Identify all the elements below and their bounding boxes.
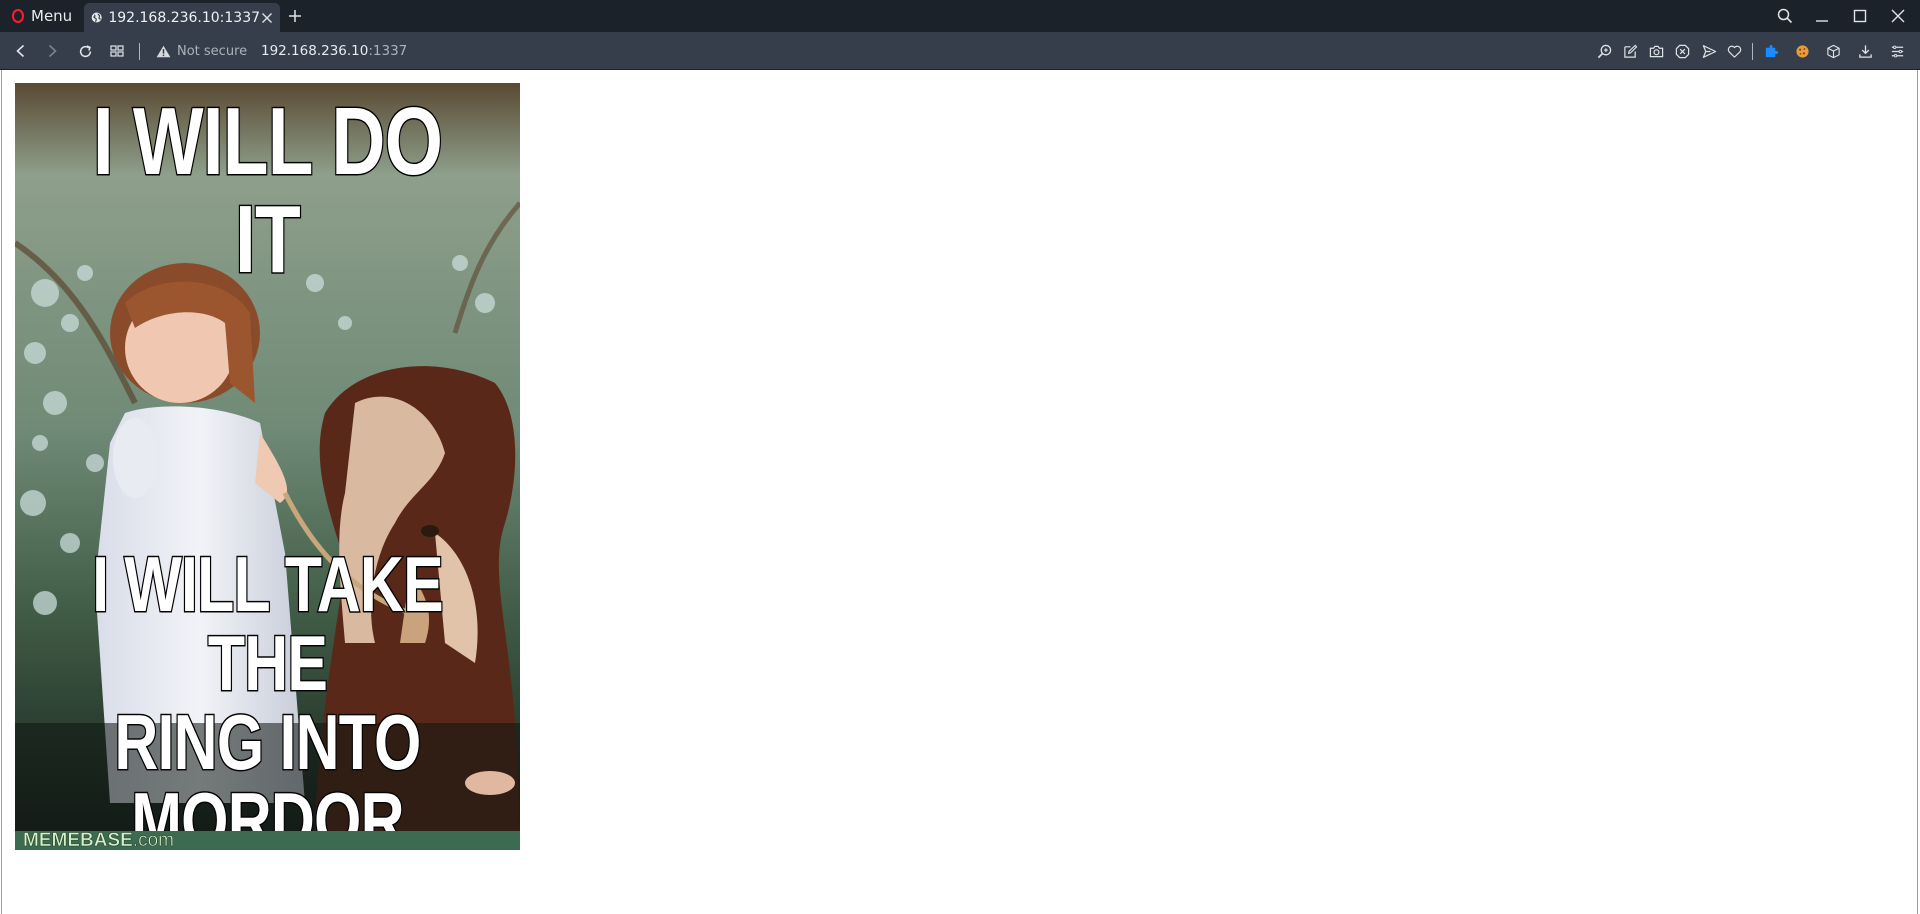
watermark-main: MEMEBASE — [23, 830, 133, 850]
tab-search-button[interactable] — [1775, 6, 1795, 26]
downloads-button[interactable] — [1855, 41, 1875, 61]
zoom-icon — [1597, 44, 1611, 58]
toolbar-divider — [139, 43, 140, 60]
meme-bottom-text: I WILL TAKE THE RING INTO MORDOR — [71, 540, 465, 850]
tab-close-icon[interactable] — [260, 10, 274, 26]
meme-image: I WILL DO IT I WILL TAKE THE RING INTO M… — [15, 83, 520, 850]
tab-active[interactable]: 192.168.236.10:1337 — [84, 3, 280, 32]
cookie-icon — [1795, 44, 1809, 58]
watermark-suffix: .com — [132, 830, 175, 850]
box-icon — [1826, 44, 1840, 58]
toolbar-divider-right — [1752, 43, 1753, 60]
extension-button[interactable] — [1761, 41, 1781, 61]
security-label: Not secure — [177, 43, 248, 59]
new-tab-button[interactable] — [285, 6, 305, 26]
opera-logo-icon — [12, 9, 24, 23]
send-button[interactable] — [1699, 41, 1719, 61]
adblock-button[interactable] — [1672, 41, 1692, 61]
browser-window: Menu 192.168.236.10:1337 Not secure 192.… — [0, 0, 1920, 914]
meme-watermark-bar: MEMEBASE.com — [15, 831, 520, 850]
menu-label: Menu — [31, 7, 73, 25]
tab-grid-button[interactable] — [107, 41, 127, 61]
zoom-button[interactable] — [1594, 41, 1614, 61]
search-icon — [1777, 8, 1793, 24]
maximize-button[interactable] — [1850, 6, 1870, 26]
minimize-icon — [1816, 20, 1828, 22]
plus-icon — [289, 10, 301, 22]
minimize-button[interactable] — [1812, 6, 1832, 26]
reload-button[interactable] — [75, 41, 95, 61]
forward-button[interactable] — [42, 41, 62, 61]
maximize-icon — [1853, 9, 1867, 23]
easy-setup-button[interactable] — [1887, 41, 1907, 61]
meme-bottom-line-2: RING INTO — [113, 697, 422, 786]
close-window-button[interactable] — [1888, 6, 1908, 26]
opera-menu-button[interactable]: Menu — [6, 0, 72, 32]
meme-bottom-line-1: I WILL TAKE THE — [91, 540, 445, 707]
url-port: :1337 — [368, 43, 408, 59]
chevron-right-icon — [48, 44, 57, 58]
favorite-button[interactable] — [1724, 41, 1744, 61]
meme-watermark: MEMEBASE.com — [23, 831, 174, 850]
block-icon — [1675, 44, 1689, 58]
close-icon — [1891, 9, 1905, 23]
meme-top-text: I WILL DO IT — [92, 88, 444, 293]
security-indicator[interactable]: Not secure — [156, 41, 247, 61]
menu-lines-icon — [1891, 45, 1903, 57]
warning-icon — [156, 45, 171, 57]
edit-button[interactable] — [1620, 41, 1640, 61]
download-icon — [1858, 44, 1872, 58]
address-toolbar: Not secure 192.168.236.10:1337 — [0, 32, 1920, 70]
package-button[interactable] — [1823, 41, 1843, 61]
grid-icon — [110, 45, 124, 57]
heart-icon — [1727, 45, 1741, 58]
back-button[interactable] — [11, 41, 31, 61]
tab-title: 192.168.236.10:1337 — [108, 9, 261, 26]
edit-icon — [1623, 44, 1637, 58]
globe-icon — [91, 12, 102, 23]
chevron-left-icon — [16, 44, 25, 58]
page-viewport: I WILL DO IT I WILL TAKE THE RING INTO M… — [1, 70, 1918, 914]
send-icon — [1702, 44, 1716, 58]
camera-icon — [1649, 45, 1663, 57]
cookie-button[interactable] — [1792, 41, 1812, 61]
extension-icon — [1765, 44, 1778, 57]
snapshot-button[interactable] — [1646, 41, 1666, 61]
tab-bar: Menu 192.168.236.10:1337 — [0, 0, 1920, 32]
reload-icon — [79, 44, 91, 57]
address-field[interactable]: 192.168.236.10:1337 — [261, 41, 407, 61]
url-host: 192.168.236.10 — [261, 43, 369, 59]
